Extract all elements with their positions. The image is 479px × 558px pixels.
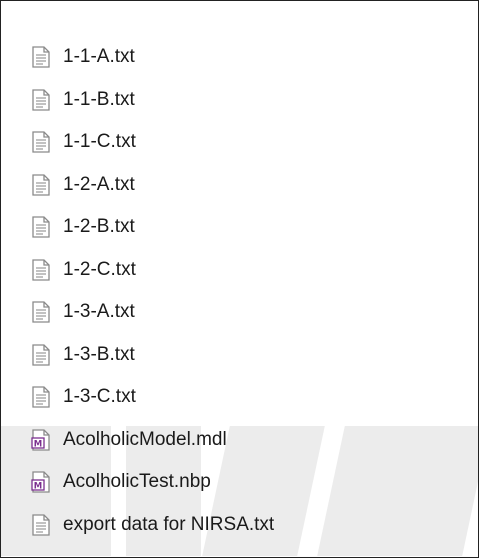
text-file-icon xyxy=(31,344,51,366)
svg-text:M: M xyxy=(34,439,42,449)
file-name: 1-3-C.txt xyxy=(63,386,136,408)
file-item[interactable]: 1-1-C.txt xyxy=(31,121,274,164)
file-name: 1-1-B.txt xyxy=(63,88,135,110)
text-file-icon xyxy=(31,386,51,408)
file-name: 1-2-C.txt xyxy=(63,258,136,280)
file-name: 1-1-A.txt xyxy=(63,46,135,68)
file-item[interactable]: 1-3-C.txt xyxy=(31,376,274,419)
file-item[interactable]: 1-1-B.txt xyxy=(31,79,274,122)
file-name: 1-1-C.txt xyxy=(63,131,136,153)
file-name: 1-3-A.txt xyxy=(63,301,135,323)
text-file-icon xyxy=(31,216,51,238)
file-name: export data for NIRSA.txt xyxy=(63,513,275,535)
text-file-icon xyxy=(31,259,51,281)
file-item[interactable]: 1-2-C.txt xyxy=(31,249,274,292)
text-file-icon xyxy=(31,301,51,323)
file-item[interactable]: 1-3-A.txt xyxy=(31,291,274,334)
file-item[interactable]: 1-2-A.txt xyxy=(31,164,274,207)
file-list-window: 1-1-A.txt 1-1-B.txt 1-1-C.txt 1-2-A.txt … xyxy=(0,0,479,558)
model-file-icon: M xyxy=(31,471,51,493)
file-name: AcolholicTest.nbp xyxy=(63,471,211,493)
text-file-icon xyxy=(31,514,51,536)
text-file-icon xyxy=(31,46,51,68)
text-file-icon xyxy=(31,89,51,111)
file-name: AcolholicModel.mdl xyxy=(63,428,227,450)
file-item[interactable]: M AcolholicModel.mdl xyxy=(31,419,274,462)
file-name: 1-2-B.txt xyxy=(63,216,135,238)
file-name: 1-3-B.txt xyxy=(63,343,135,365)
file-item[interactable]: export data for NIRSA.txt xyxy=(31,504,274,547)
file-name: 1-2-A.txt xyxy=(63,173,135,195)
text-file-icon xyxy=(31,131,51,153)
svg-text:M: M xyxy=(34,482,42,492)
file-item[interactable]: M AcolholicTest.nbp xyxy=(31,461,274,504)
file-item[interactable]: 1-3-B.txt xyxy=(31,334,274,377)
file-list: 1-1-A.txt 1-1-B.txt 1-1-C.txt 1-2-A.txt … xyxy=(31,36,274,546)
text-file-icon xyxy=(31,174,51,196)
file-item[interactable]: 1-2-B.txt xyxy=(31,206,274,249)
model-file-icon: M xyxy=(31,429,51,451)
file-item[interactable]: 1-1-A.txt xyxy=(31,36,274,79)
